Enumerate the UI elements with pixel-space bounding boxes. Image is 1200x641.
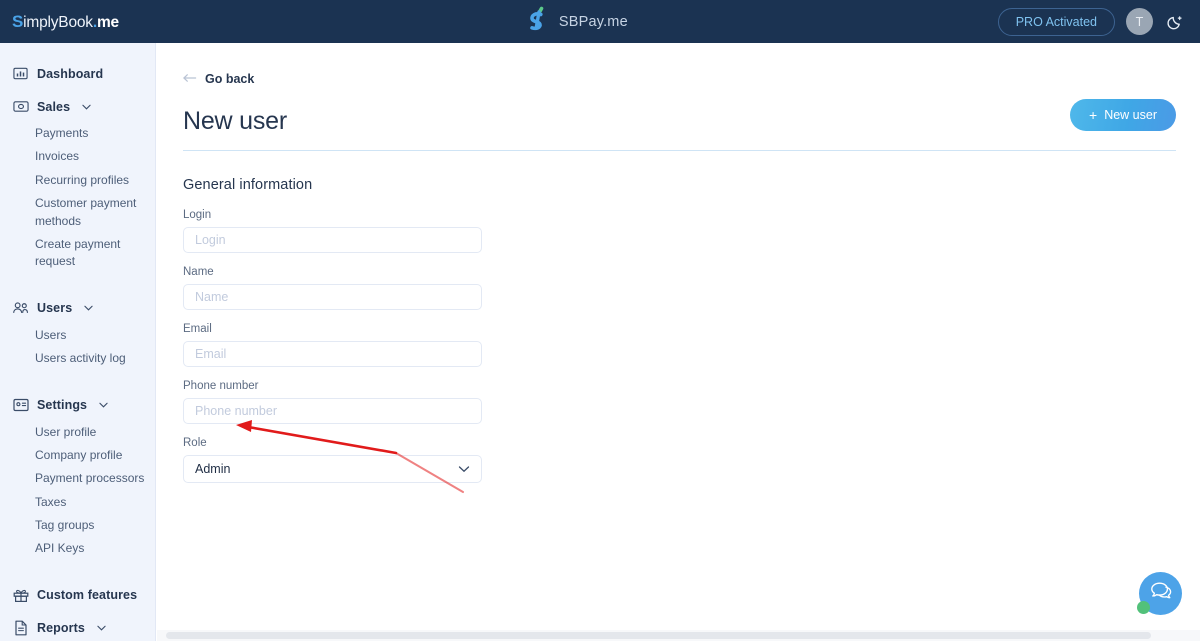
sidebar-item-company-profile[interactable]: Company profile bbox=[0, 444, 155, 467]
sidebar-item-sales[interactable]: Sales bbox=[0, 91, 155, 122]
brand-me-text: me bbox=[96, 13, 119, 31]
sidebar-label: Reports bbox=[37, 621, 85, 636]
sidebar-item-settings[interactable]: Settings bbox=[0, 390, 155, 421]
chevron-down-icon[interactable] bbox=[82, 104, 91, 110]
chat-widget-button[interactable] bbox=[1137, 572, 1182, 615]
sidebar-item-tag-groups[interactable]: Tag groups bbox=[0, 514, 155, 537]
page-title: New user bbox=[183, 107, 287, 135]
header-actions: PRO Activated T bbox=[997, 7, 1200, 36]
sidebar-item-users-group[interactable]: Users bbox=[0, 293, 155, 324]
sidebar-sublist-sales: Payments Invoices Recurring profiles Cus… bbox=[0, 122, 155, 280]
sidebar-item-taxes[interactable]: Taxes bbox=[0, 491, 155, 514]
login-label: Login bbox=[183, 209, 212, 221]
horizontal-scrollbar-thumb[interactable] bbox=[166, 632, 1151, 639]
sidebar-divider-spacer bbox=[0, 569, 155, 580]
sidebar-item-customer-payment-methods[interactable]: Customer payment methods bbox=[0, 192, 155, 233]
sidebar-item-payments[interactable]: Payments bbox=[0, 122, 155, 145]
sidebar-navigation[interactable]: Dashboard Sales Payments Invoices Recurr… bbox=[0, 43, 156, 641]
sidebar-label: Dashboard bbox=[37, 66, 104, 81]
email-label: Email bbox=[183, 323, 212, 335]
sidebar-item-api-keys[interactable]: API Keys bbox=[0, 537, 155, 560]
chevron-down-icon[interactable] bbox=[84, 305, 93, 311]
sidebar-item-invoices[interactable]: Invoices bbox=[0, 145, 155, 168]
name-label: Name bbox=[183, 266, 214, 278]
chat-bubbles-icon bbox=[1149, 581, 1173, 606]
sidebar-group-reports: Reports Tax report Customer report Subsc… bbox=[0, 613, 155, 641]
brand-s-letter: S bbox=[12, 11, 24, 31]
sidebar-divider-spacer bbox=[0, 379, 155, 390]
section-title-general-information: General information bbox=[183, 177, 313, 193]
phone-number-input[interactable] bbox=[183, 398, 482, 424]
plus-icon: + bbox=[1089, 107, 1098, 123]
sidebar-item-custom-features[interactable]: Custom features bbox=[0, 580, 155, 611]
sidebar-item-create-payment-request[interactable]: Create payment request bbox=[0, 233, 155, 274]
id-card-icon bbox=[12, 397, 29, 414]
form-field-login: Login bbox=[183, 209, 482, 253]
new-user-button-label: New user bbox=[1104, 108, 1157, 122]
gift-icon bbox=[12, 587, 29, 604]
avatar[interactable]: T bbox=[1126, 8, 1153, 35]
sbpay-logo[interactable]: SBPay.me bbox=[156, 6, 998, 37]
form-field-email: Email bbox=[183, 323, 482, 367]
sidebar-item-users-activity-log[interactable]: Users activity log bbox=[0, 347, 155, 370]
sidebar-label: Users bbox=[37, 301, 73, 316]
role-select-wrapper: Admin bbox=[183, 455, 482, 483]
sidebar-item-recurring-profiles[interactable]: Recurring profiles bbox=[0, 169, 155, 192]
name-input[interactable] bbox=[183, 284, 482, 310]
go-back-link[interactable]: Go back bbox=[183, 70, 254, 88]
sidebar-item-users[interactable]: Users bbox=[0, 324, 155, 347]
chart-bar-icon bbox=[12, 65, 29, 82]
sidebar-item-user-profile[interactable]: User profile bbox=[0, 421, 155, 444]
pro-activated-badge[interactable]: PRO Activated bbox=[997, 7, 1115, 36]
role-select[interactable]: Admin bbox=[183, 455, 482, 483]
chevron-down-icon[interactable] bbox=[99, 402, 108, 408]
sbpay-mark-icon bbox=[526, 6, 550, 37]
chat-online-status-dot bbox=[1137, 601, 1150, 614]
sidebar-sublist-settings: User profile Company profile Payment pro… bbox=[0, 421, 155, 567]
sidebar-label: Settings bbox=[37, 398, 88, 413]
go-back-label: Go back bbox=[205, 72, 255, 86]
sbpay-label: SBPay.me bbox=[558, 13, 628, 30]
page-header-row: New user + New user bbox=[183, 99, 1176, 151]
role-label: Role bbox=[183, 437, 207, 449]
sidebar-group-users: Users Users Users activity log bbox=[0, 293, 155, 377]
document-icon bbox=[12, 620, 29, 637]
role-selected-value: Admin bbox=[195, 462, 231, 476]
users-icon bbox=[12, 300, 29, 317]
form-field-phone-number: Phone number bbox=[183, 380, 482, 424]
main-content-area: Go back New user + New user General info… bbox=[156, 43, 1200, 641]
simplybook-logo[interactable]: SimplyBook. me bbox=[0, 0, 156, 43]
form-field-role: Role Admin bbox=[183, 437, 482, 483]
sidebar-group-custom-features: Custom features bbox=[0, 580, 155, 611]
chevron-down-icon[interactable] bbox=[97, 625, 106, 631]
moon-icon[interactable] bbox=[1164, 11, 1186, 33]
sidebar-sublist-users: Users Users activity log bbox=[0, 324, 155, 377]
brand-wordmark: SimplyBook. me bbox=[12, 12, 119, 32]
phone-number-label: Phone number bbox=[183, 380, 259, 392]
new-user-form: Login Name Email Phone number Role Admin bbox=[183, 209, 482, 483]
form-field-name: Name bbox=[183, 266, 482, 310]
sidebar-group-sales: Sales Payments Invoices Recurring profil… bbox=[0, 91, 155, 280]
brand-middle-text: implyBook bbox=[23, 13, 93, 31]
top-header-bar: SimplyBook. me SBPay.me PRO Activated T bbox=[0, 0, 1200, 43]
sidebar-item-payment-processors[interactable]: Payment processors bbox=[0, 467, 155, 490]
sidebar-group-settings: Settings User profile Company profile Pa… bbox=[0, 390, 155, 567]
horizontal-scrollbar[interactable] bbox=[157, 630, 1200, 641]
email-input[interactable] bbox=[183, 341, 482, 367]
sidebar-label: Sales bbox=[37, 99, 71, 114]
banknote-icon bbox=[12, 98, 29, 115]
chevron-down-icon[interactable] bbox=[458, 460, 470, 478]
new-user-button[interactable]: + New user bbox=[1070, 99, 1176, 131]
sidebar-divider-spacer bbox=[0, 282, 155, 293]
sidebar-label: Custom features bbox=[37, 588, 138, 603]
sidebar-item-reports[interactable]: Reports bbox=[0, 613, 155, 641]
sidebar-item-dashboard[interactable]: Dashboard bbox=[0, 58, 155, 89]
arrow-left-icon bbox=[183, 70, 197, 88]
sidebar-group-dashboard: Dashboard bbox=[0, 58, 155, 89]
login-input[interactable] bbox=[183, 227, 482, 253]
